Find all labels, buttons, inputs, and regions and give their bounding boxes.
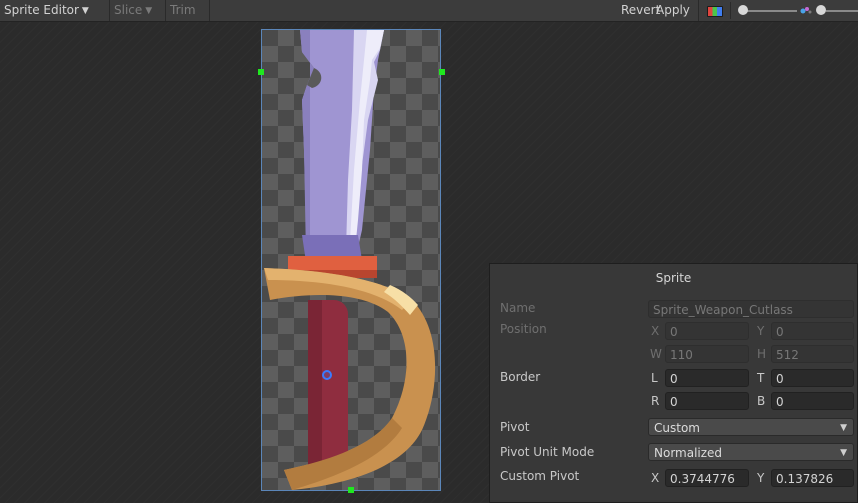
position-y-axis: Y xyxy=(757,324,765,338)
sprite-canvas[interactable]: Sprite Name Sprite_Weapon_Cutlass Positi… xyxy=(0,22,858,503)
border-r-axis: R xyxy=(651,394,660,408)
border-label: Border xyxy=(500,370,541,384)
panel-title: Sprite xyxy=(655,271,692,285)
sprite-selection-rect[interactable] xyxy=(261,29,441,491)
pivot-handle[interactable] xyxy=(322,370,332,380)
revert-button[interactable]: Revert xyxy=(617,0,660,21)
position-x-axis: X xyxy=(651,324,660,338)
custom-pivot-y-axis: Y xyxy=(757,471,765,485)
chevron-down-icon: ▼ xyxy=(81,6,89,16)
border-b-axis: B xyxy=(757,394,766,408)
resize-handle-left[interactable] xyxy=(258,69,264,75)
border-t-axis: T xyxy=(757,371,765,385)
zoom-slider[interactable] xyxy=(742,10,797,12)
name-label: Name xyxy=(500,301,536,315)
sprite-editor-label: Sprite Editor xyxy=(4,3,79,17)
position-y-field[interactable]: 0 xyxy=(771,322,854,340)
chevron-down-icon: ▼ xyxy=(840,423,847,433)
slice-label: Slice xyxy=(114,3,143,17)
resize-handle-right[interactable] xyxy=(439,69,445,75)
name-field[interactable]: Sprite_Weapon_Cutlass xyxy=(648,300,854,318)
position-h-axis: H xyxy=(757,347,767,361)
position-label: Position xyxy=(500,322,547,336)
apply-button[interactable]: Apply xyxy=(652,0,699,21)
pivot-unit-mode-dropdown[interactable]: Normalized ▼ xyxy=(648,443,854,461)
position-w-axis: W xyxy=(650,347,662,361)
position-w-field[interactable]: 110 xyxy=(665,345,749,363)
mip-level-slider[interactable] xyxy=(826,10,858,12)
pivot-dropdown[interactable]: Custom ▼ xyxy=(648,418,854,436)
custom-pivot-label: Custom Pivot xyxy=(500,469,580,483)
rgb-channels-icon[interactable] xyxy=(707,6,723,17)
border-t-field[interactable]: 0 xyxy=(771,369,854,387)
resize-handle-bottom[interactable] xyxy=(348,487,354,493)
pivot-unit-mode-label: Pivot Unit Mode xyxy=(500,445,595,459)
chevron-down-icon: ▼ xyxy=(145,6,153,16)
slice-dropdown[interactable]: Slice ▼ xyxy=(110,0,166,21)
mip-level-slider-knob[interactable] xyxy=(816,5,826,15)
custom-pivot-x-field[interactable]: 0.3744776 xyxy=(665,469,749,487)
custom-pivot-x-axis: X xyxy=(651,471,660,485)
pivot-value: Custom xyxy=(654,421,700,435)
zoom-slider-knob[interactable] xyxy=(738,5,748,15)
border-r-field[interactable]: 0 xyxy=(665,392,749,410)
border-l-axis: L xyxy=(651,371,658,385)
chevron-down-icon: ▼ xyxy=(840,448,847,458)
pivot-label: Pivot xyxy=(500,420,530,434)
custom-pivot-y-field[interactable]: 0.137826 xyxy=(771,469,854,487)
sprite-inspector-panel: Sprite Name Sprite_Weapon_Cutlass Positi… xyxy=(489,263,858,503)
position-x-field[interactable]: 0 xyxy=(665,322,749,340)
mipmap-icon xyxy=(800,7,812,14)
border-b-field[interactable]: 0 xyxy=(771,392,854,410)
position-h-field[interactable]: 512 xyxy=(771,345,854,363)
pivot-unit-mode-value: Normalized xyxy=(654,446,723,460)
sprite-editor-dropdown[interactable]: Sprite Editor ▼ xyxy=(0,0,110,21)
toolbar-divider xyxy=(730,2,731,19)
sprite-editor-toolbar: Sprite Editor ▼ Slice ▼ Trim Revert Apply xyxy=(0,0,858,22)
trim-button[interactable]: Trim xyxy=(166,0,210,21)
border-l-field[interactable]: 0 xyxy=(665,369,749,387)
